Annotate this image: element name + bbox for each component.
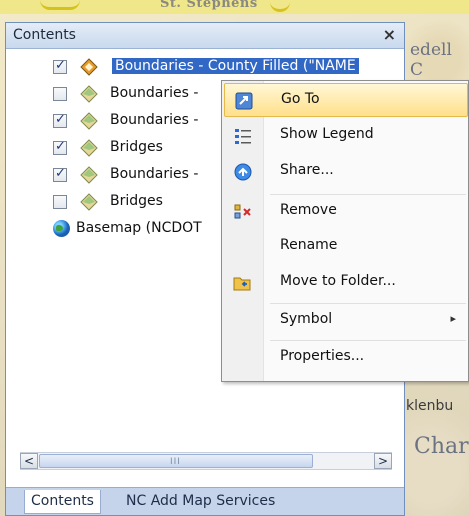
remove-icon	[234, 204, 251, 219]
menu-item-label: Remove	[280, 202, 337, 218]
menu-item-go-to[interactable]: Go To	[224, 83, 468, 117]
close-icon[interactable]: ×	[383, 25, 396, 44]
menu-item-share[interactable]: Share...	[224, 155, 468, 189]
map-label-st-stephens: St. Stephens	[160, 0, 258, 11]
menu-item-rename[interactable]: Rename	[224, 230, 468, 264]
layer-label: Boundaries -	[110, 112, 199, 128]
polygon-layer-icon	[80, 166, 98, 184]
layer-item[interactable]: Boundaries - County Filled ("NAME	[6, 56, 404, 78]
layer-label: Boundaries -	[110, 85, 199, 101]
folder-move-icon	[233, 277, 251, 291]
goto-icon	[235, 92, 253, 110]
layer-label: Bridges	[110, 139, 163, 155]
panel-tabs: Contents NC Add Map Services	[6, 487, 404, 515]
layer-visibility-checkbox[interactable]	[53, 195, 67, 209]
scrollbar-thumb[interactable]: III	[39, 454, 313, 468]
layer-visibility-checkbox[interactable]	[53, 87, 67, 101]
menu-item-label: Go To	[281, 91, 320, 107]
menu-item-remove[interactable]: Remove	[224, 195, 468, 229]
layer-label: Boundaries - County Filled ("NAME	[112, 58, 359, 74]
layer-label: Boundaries -	[110, 166, 199, 182]
map-label: edell C	[410, 40, 452, 80]
scrollbar-grip-icon: III	[170, 457, 181, 467]
submenu-arrow-icon: ▸	[450, 312, 456, 325]
tab-contents[interactable]: Contents	[24, 490, 101, 514]
menu-item-label: Symbol	[280, 311, 333, 327]
panel-title: Contents	[13, 27, 76, 43]
menu-item-label: Share...	[280, 162, 334, 178]
legend-icon	[235, 129, 251, 144]
context-menu: Go To Show Legend Share... Remove Rename…	[221, 80, 469, 382]
polygon-layer-icon	[80, 58, 98, 76]
map-road-line	[40, 0, 80, 10]
layer-visibility-checkbox[interactable]	[53, 58, 67, 74]
menu-item-label: Show Legend	[280, 126, 374, 142]
menu-item-properties[interactable]: Properties...	[224, 341, 468, 375]
layer-visibility-checkbox[interactable]	[53, 139, 67, 155]
polygon-layer-icon	[80, 112, 98, 130]
map-label: klenbu	[406, 398, 454, 414]
polygon-layer-icon	[80, 193, 98, 211]
layer-label: Basemap (NCDOT	[76, 220, 202, 236]
share-icon	[234, 163, 252, 181]
tab-nc-add-map-services[interactable]: NC Add Map Services	[120, 490, 281, 514]
polygon-layer-icon	[80, 85, 98, 103]
menu-item-label: Move to Folder...	[280, 273, 396, 289]
globe-icon	[53, 220, 70, 237]
scroll-right-button[interactable]: >	[374, 453, 392, 469]
scroll-left-button[interactable]: <	[20, 453, 38, 469]
map-label: Char	[414, 434, 469, 459]
menu-item-move-to-folder[interactable]: Move to Folder...	[224, 266, 468, 300]
menu-item-symbol[interactable]: Symbol ▸	[224, 304, 468, 338]
menu-item-show-legend[interactable]: Show Legend	[224, 119, 468, 153]
menu-item-label: Rename	[280, 237, 338, 253]
layer-visibility-checkbox[interactable]	[53, 166, 67, 182]
menu-item-label: Properties...	[280, 348, 365, 364]
layer-visibility-checkbox[interactable]	[53, 112, 67, 128]
horizontal-scrollbar[interactable]: < III >	[20, 452, 392, 470]
layer-label: Bridges	[110, 193, 163, 209]
panel-titlebar: Contents ×	[6, 23, 404, 49]
polygon-layer-icon	[80, 139, 98, 157]
